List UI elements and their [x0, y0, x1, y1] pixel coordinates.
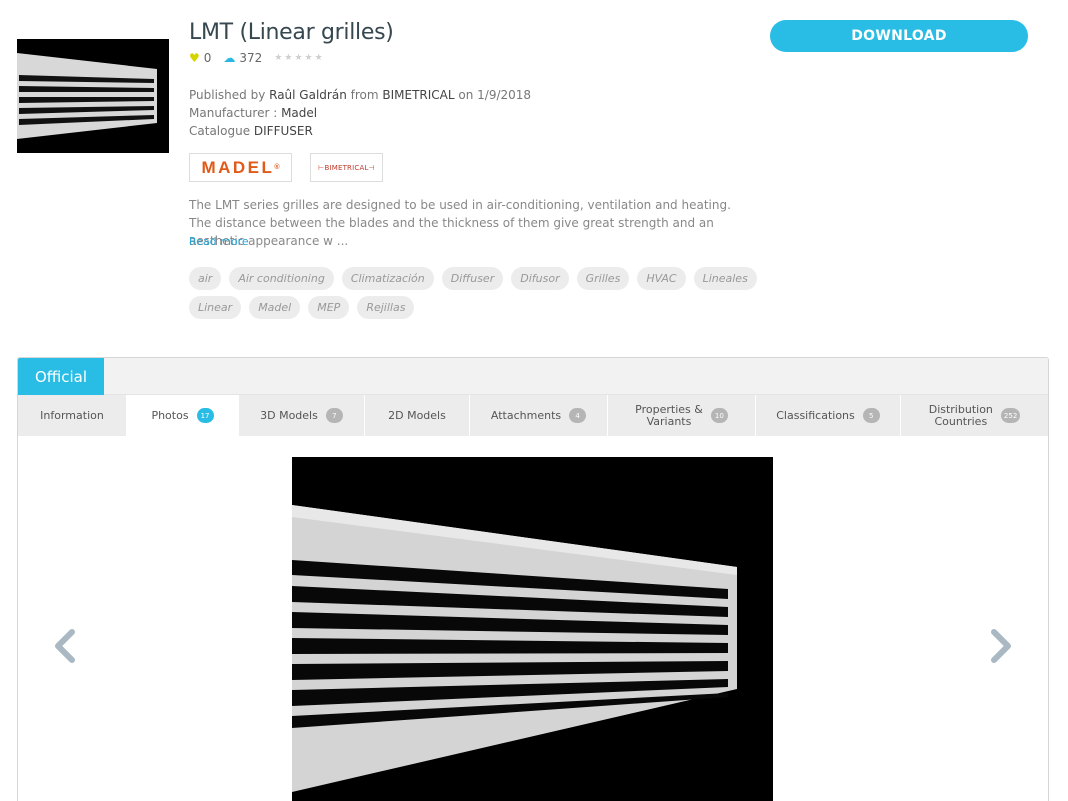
tag-chip[interactable]: HVAC	[637, 267, 686, 290]
downloads-count: 372	[239, 51, 263, 65]
download-button[interactable]: DOWNLOAD	[770, 20, 1028, 52]
product-page: LMT (Linear grilles) ♥ 0 ☁ 372 ★★★★★ Pub…	[0, 0, 1068, 801]
manufacturer-label: Manufacturer :	[189, 106, 282, 120]
tab-distribution-countries[interactable]: Distribution Countries 252	[901, 395, 1048, 436]
product-thumbnail[interactable]	[17, 39, 169, 153]
author-link[interactable]: Raûl Galdrán	[269, 88, 347, 102]
tab-label: 2D Models	[388, 408, 446, 422]
tab-2d-models[interactable]: 2D Models	[365, 395, 470, 436]
tag-chip[interactable]: Rejillas	[357, 296, 415, 319]
publish-date: on 1/9/2018	[454, 88, 532, 102]
tab-count-badge: 252	[1000, 408, 1021, 423]
official-tab[interactable]: Official	[18, 358, 104, 395]
tab-3d-models[interactable]: 3D Models 7	[239, 395, 365, 436]
bimetrical-logo[interactable]: ⊢BIMETRICAL⊣	[310, 153, 383, 182]
tab-count-badge: 4	[569, 408, 587, 423]
tab-label: Distribution Countries	[928, 402, 993, 428]
tag-chip[interactable]: Linear	[189, 296, 242, 319]
madel-logo-text: MADEL	[201, 157, 275, 177]
rating-stars[interactable]: ★★★★★	[274, 53, 324, 63]
catalogue-line: Catalogue DIFFUSER	[189, 122, 531, 140]
brand-logos: MADEL ® ⊢BIMETRICAL⊣	[189, 153, 383, 182]
panel-header: Official	[18, 358, 1048, 395]
tab-bar: Information Photos 17 3D Models 7 2D Mod…	[18, 395, 1048, 436]
grille-thumbnail-image	[17, 39, 169, 153]
product-stats: ♥ 0 ☁ 372 ★★★★★	[189, 51, 325, 65]
publisher-link[interactable]: BIMETRICAL	[382, 88, 454, 102]
heart-icon[interactable]: ♥	[189, 51, 200, 65]
tag-chip[interactable]: air	[189, 267, 222, 290]
chevron-left-icon[interactable]	[52, 629, 78, 663]
tab-properties-variants[interactable]: Properties & Variants 10	[608, 395, 756, 436]
madel-logo-mark: ®	[274, 164, 280, 171]
content-panel: Official Information Photos 17 3D Models…	[17, 357, 1049, 801]
tag-chip[interactable]: Climatización	[341, 267, 434, 290]
madel-logo[interactable]: MADEL ®	[189, 153, 292, 182]
tab-label: Photos	[151, 408, 189, 422]
catalogue-link[interactable]: DIFFUSER	[254, 124, 313, 138]
catalogue-label: Catalogue	[189, 124, 254, 138]
tag-chip[interactable]: Difusor	[511, 267, 569, 290]
likes-count: 0	[203, 51, 212, 65]
product-description: The LMT series grilles are designed to b…	[189, 198, 731, 248]
tag-chip[interactable]: Diffuser	[441, 267, 504, 290]
grille-photo	[292, 457, 773, 801]
read-more-link[interactable]: Read more	[189, 235, 249, 248]
tab-label: 3D Models	[260, 408, 318, 422]
tab-photos[interactable]: Photos 17	[127, 395, 239, 436]
product-meta: Published by Raûl Galdrán from BIMETRICA…	[189, 86, 531, 140]
tag-list: air Air conditioning Climatización Diffu…	[189, 267, 769, 319]
tag-chip[interactable]: Madel	[249, 296, 301, 319]
tab-label: Properties & Variants	[635, 402, 703, 428]
tab-attachments[interactable]: Attachments 4	[470, 395, 608, 436]
manufacturer-line: Manufacturer : Madel	[189, 104, 531, 122]
tab-label: Attachments	[490, 408, 562, 422]
manufacturer-link[interactable]: Madel	[281, 106, 317, 120]
tab-count-badge: 7	[325, 408, 343, 423]
published-prefix: Published by	[189, 88, 270, 102]
tag-chip[interactable]: MEP	[308, 296, 350, 319]
tab-count-badge: 17	[196, 408, 214, 423]
tab-information[interactable]: Information	[18, 395, 127, 436]
tab-label: Classifications	[776, 408, 855, 422]
published-line: Published by Raûl Galdrán from BIMETRICA…	[189, 86, 531, 104]
photo-viewer[interactable]	[292, 457, 773, 801]
tab-count-badge: 10	[710, 408, 728, 423]
tag-chip[interactable]: Lineales	[693, 267, 757, 290]
tag-chip[interactable]: Grilles	[576, 267, 630, 290]
cloud-download-icon: ☁	[223, 51, 236, 65]
tag-chip[interactable]: Air conditioning	[229, 267, 334, 290]
tab-classifications[interactable]: Classifications 5	[756, 395, 901, 436]
chevron-right-icon[interactable]	[988, 629, 1014, 663]
tab-label: Information	[40, 408, 104, 422]
page-title: LMT (Linear grilles)	[189, 20, 394, 45]
tab-count-badge: 5	[862, 408, 880, 423]
from-word: from	[346, 88, 383, 102]
